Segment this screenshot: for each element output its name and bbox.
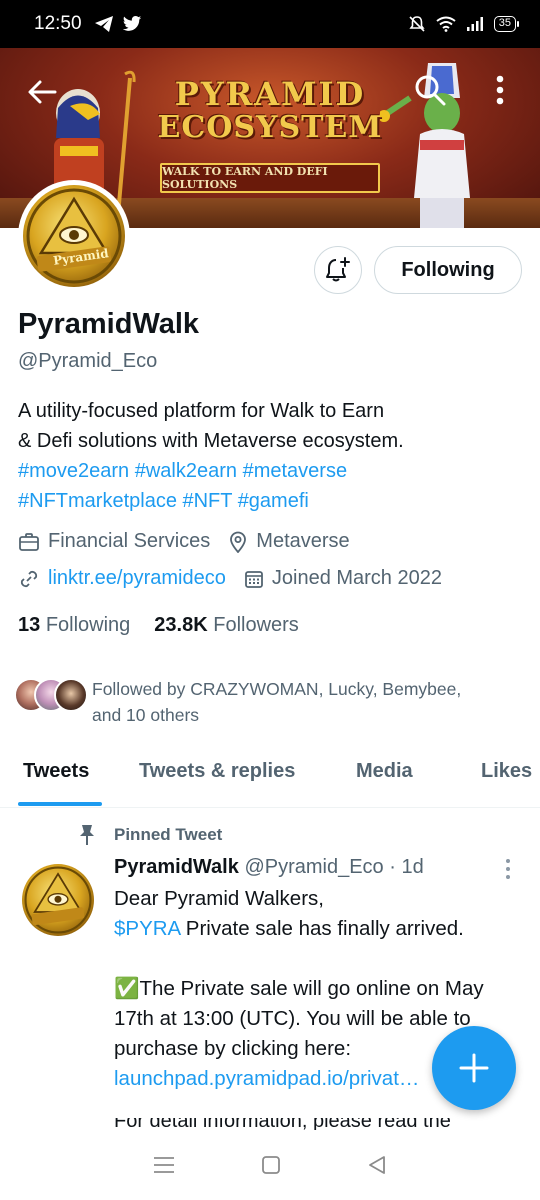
- following-count: 13: [18, 614, 41, 636]
- more-vertical-icon: [496, 75, 504, 105]
- followers-count: 23.8K: [154, 614, 208, 636]
- banner-title-line2: ECOSYSTEM: [157, 109, 383, 145]
- more-options-button[interactable]: [488, 70, 512, 110]
- status-bar: 12:50 35: [0, 0, 540, 48]
- briefcase-icon: [19, 532, 39, 551]
- profile-bio: A utility-focused platform for Walk to E…: [18, 396, 523, 516]
- pyramid-logo: Pyramid: [23, 185, 125, 287]
- search-icon: [415, 75, 446, 106]
- tweet-line: $PYRA Private sale has finally arrived.: [114, 914, 524, 944]
- check-emoji-icon: ✅: [114, 977, 140, 1000]
- link-icon: [20, 570, 38, 587]
- active-tab-indicator: [18, 802, 102, 806]
- followed-by-line: Followed by CRAZYWOMAN, Lucky, Bemybee,: [92, 679, 462, 699]
- pyramid-eye-icon: [24, 866, 92, 934]
- pinned-tweet-label: Pinned Tweet: [78, 824, 222, 846]
- profile-location: Metaverse: [228, 530, 350, 553]
- tab-tweets[interactable]: Tweets: [23, 760, 89, 783]
- back-button[interactable]: [22, 72, 62, 112]
- notifications-button[interactable]: [314, 246, 362, 294]
- profile-joined-label: Joined March 2022: [271, 567, 442, 589]
- search-button[interactable]: [410, 70, 450, 110]
- wifi-icon: [436, 16, 456, 32]
- followed-by-text: Followed by CRAZYWOMAN, Lucky, Bemybee, …: [92, 676, 512, 728]
- compose-tweet-button[interactable]: [432, 1026, 516, 1110]
- location-pin-icon: [230, 531, 247, 553]
- following-button[interactable]: Following: [374, 246, 522, 294]
- tab-likes[interactable]: Likes: [481, 760, 532, 783]
- banner-title: PYRAMID ECOSYSTEM: [0, 75, 540, 145]
- tweet-cut-text: For detail information, please read the: [114, 1118, 451, 1130]
- bell-plus-icon: [326, 257, 350, 282]
- plus-icon: [459, 1053, 489, 1083]
- back-triangle-icon[interactable]: [367, 1155, 387, 1175]
- tab-media[interactable]: Media: [356, 760, 413, 783]
- signal-icon: [466, 17, 483, 31]
- pyramid-eye-icon: [26, 188, 122, 284]
- tweet-line: Dear Pyramid Walkers,: [114, 887, 324, 910]
- profile-location-label: Metaverse: [256, 530, 350, 552]
- profile-handle: @Pyramid_Eco: [18, 350, 158, 372]
- followed-by[interactable]: Followed by CRAZYWOMAN, Lucky, Bemybee, …: [14, 676, 512, 728]
- tab-tweets-replies[interactable]: Tweets & replies: [139, 760, 295, 783]
- profile-tabs: Tweets Tweets & replies Media Likes: [0, 744, 540, 808]
- bio-line: A utility-focused platform for Walk to E…: [18, 400, 385, 422]
- tweet-paragraph-gap: [114, 944, 524, 974]
- tweet-time: · 1d: [389, 856, 424, 878]
- banner-subtitle: WALK TO EARN AND DEFI SOLUTIONS: [160, 163, 380, 193]
- bio-line: & Defi solutions with Metaverse ecosyste…: [18, 430, 404, 452]
- followers-label: Followers: [213, 614, 299, 636]
- tweet-line-rest: Private sale has finally arrived.: [180, 917, 464, 940]
- avatar: [54, 678, 88, 712]
- more-vertical-icon: [506, 859, 510, 879]
- tweet-line-text: The Private sale will go online on May 1…: [114, 977, 484, 1060]
- battery-icon: 35: [493, 16, 520, 32]
- mute-icon: [409, 16, 425, 32]
- profile-meta-row: linktr.ee/pyramideco Joined March 2022: [18, 567, 460, 590]
- profile-meta-row: Financial Services Metaverse: [18, 530, 368, 553]
- menu-icon[interactable]: [153, 1156, 175, 1174]
- profile-category: Financial Services: [18, 530, 210, 553]
- cashtag-link[interactable]: $PYRA: [114, 917, 180, 940]
- bio-hashtags[interactable]: #NFTmarketplace #NFT #gamefi: [18, 486, 523, 516]
- tweet-author-handle: @Pyramid_Eco: [244, 856, 384, 878]
- pinned-text: Pinned Tweet: [114, 825, 223, 844]
- banner-title-line1: PYRAMID: [174, 75, 366, 113]
- bio-hashtags[interactable]: #move2earn #walk2earn #metaverse: [18, 456, 523, 486]
- followers-avatar-stack: [14, 676, 88, 714]
- profile-name: PyramidWalk: [18, 308, 200, 340]
- followers-count-link[interactable]: 23.8K Followers: [154, 614, 299, 637]
- profile-link[interactable]: linktr.ee/pyramideco: [18, 567, 226, 590]
- system-nav-bar: [0, 1130, 540, 1200]
- profile-category-label: Financial Services: [48, 530, 211, 552]
- tweet-more-button[interactable]: [504, 858, 516, 880]
- status-time: 12:50: [34, 13, 82, 34]
- arrow-left-icon: [28, 80, 57, 104]
- tweet-cut-line: For detail information, please read the: [114, 1118, 524, 1130]
- profile-joined: Joined March 2022: [244, 567, 442, 590]
- following-label: Following: [45, 614, 131, 636]
- calendar-icon: [244, 570, 263, 588]
- profile-link-label[interactable]: linktr.ee/pyramideco: [48, 567, 226, 590]
- tweet-author-avatar[interactable]: [22, 864, 94, 936]
- home-icon[interactable]: [261, 1155, 281, 1175]
- follow-counts: 13 Following 23.8K Followers: [18, 614, 299, 637]
- followed-by-line: and 10 others: [92, 705, 200, 725]
- following-count-link[interactable]: 13 Following: [18, 614, 130, 637]
- twitter-icon: [122, 16, 141, 31]
- telegram-icon: [94, 16, 113, 32]
- tweet-author-name[interactable]: PyramidWalk: [114, 856, 239, 878]
- profile-avatar[interactable]: Pyramid: [18, 180, 130, 292]
- pin-icon: [80, 825, 94, 845]
- tweet-header: PyramidWalk @Pyramid_Eco · 1d: [114, 856, 424, 879]
